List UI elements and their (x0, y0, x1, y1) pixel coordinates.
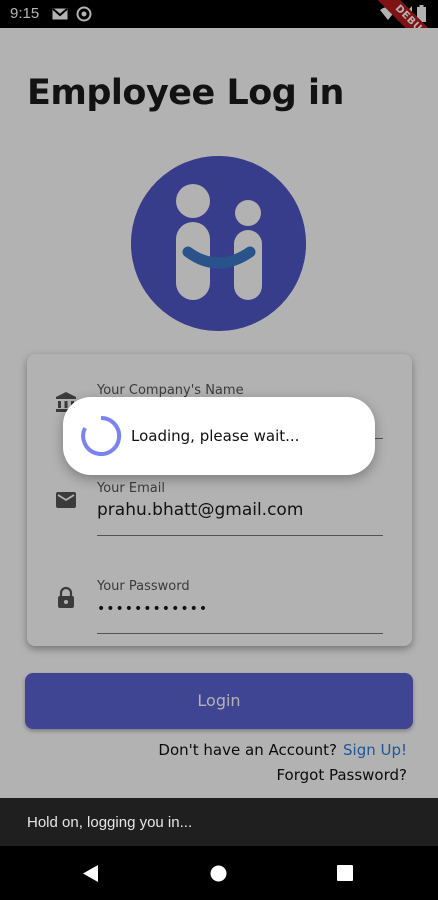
loading-dialog: Loading, please wait... (63, 397, 375, 475)
snackbar: Hold on, logging you in... (0, 798, 438, 846)
loading-message: Loading, please wait... (131, 427, 300, 445)
snackbar-message: Hold on, logging you in... (27, 814, 193, 831)
system-nav-bar (0, 846, 438, 900)
recents-icon[interactable] (337, 865, 353, 881)
home-icon[interactable] (210, 865, 227, 882)
loading-spinner-icon (81, 415, 122, 456)
back-icon[interactable] (83, 865, 99, 882)
